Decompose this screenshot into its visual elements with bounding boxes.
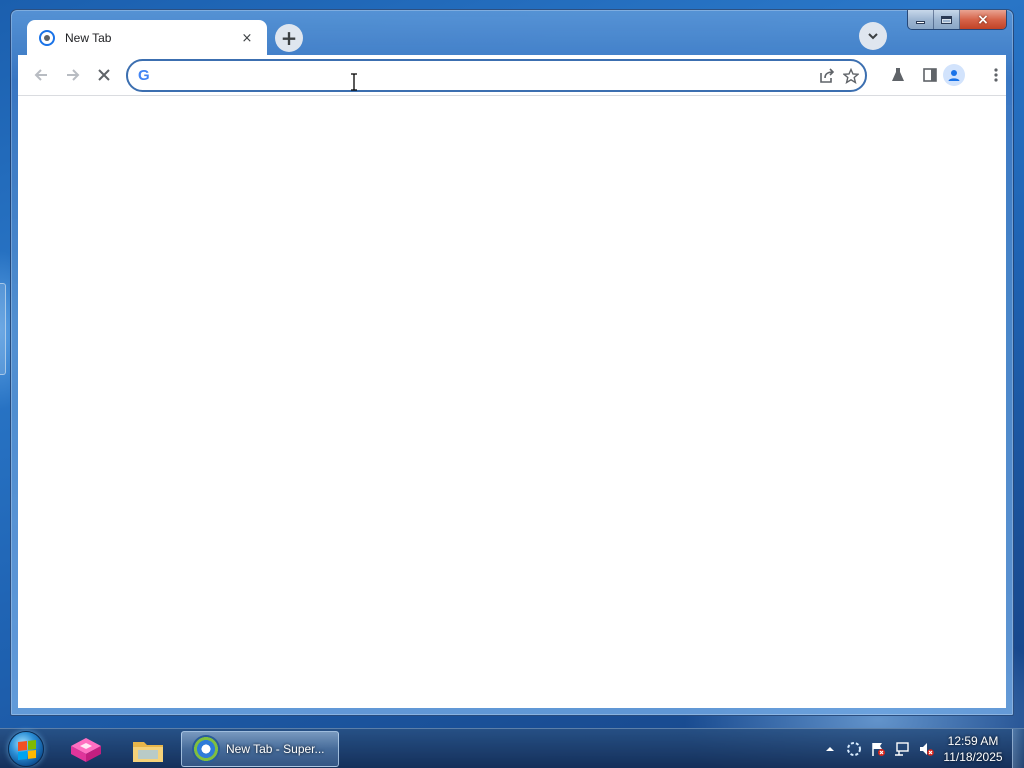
side-panel-icon [923,68,937,82]
new-tab-button[interactable]: + [275,24,303,52]
page-content[interactable] [18,96,1006,708]
stop-loading-icon [98,69,110,81]
volume-muted-icon [920,743,934,756]
tray-volume-button[interactable] [914,737,938,761]
clock-date: 11/18/2025 [943,750,1003,764]
pink-cube-app-icon [71,738,101,762]
tab-search-button[interactable] [859,22,887,50]
text-cursor-icon [351,73,357,91]
chevron-down-icon [868,33,878,40]
taskbar-item-label: New Tab - Super... [226,742,325,756]
close-icon: × [977,11,989,28]
address-input[interactable] [162,67,802,85]
network-icon [895,742,909,756]
window-caption-buttons: × [907,10,1007,30]
chrome-favicon-icon [39,30,55,46]
arrow-left-icon [34,69,47,81]
maximize-button[interactable] [934,10,960,29]
profile-button[interactable] [943,64,965,86]
tab-new-tab[interactable]: New Tab × [27,20,267,56]
taskbar-pinned-app[interactable] [62,733,110,767]
labs-button[interactable] [886,63,910,87]
share-button[interactable] [817,66,837,86]
back-button[interactable] [29,63,53,87]
stop-button[interactable] [92,63,116,87]
flag-warning-icon [872,743,885,756]
minimize-button[interactable] [908,10,934,29]
arrow-right-icon [67,69,80,81]
bookmark-button[interactable] [841,66,861,86]
kebab-menu-icon [994,68,998,82]
windows-logo-icon [18,740,36,760]
maximize-icon [941,15,952,24]
share-icon [820,68,835,83]
clock-time: 12:59 AM [947,734,999,748]
tab-close-icon[interactable]: × [239,31,255,46]
taskbar: New Tab - Super... 12:59 AM 11/18/2025 [0,728,1024,768]
star-icon [843,68,859,84]
profile-icon [948,70,960,81]
tab-title: New Tab [65,31,112,45]
sync-icon [847,742,861,756]
desktop-gadget-edge[interactable] [0,283,6,375]
close-window-button[interactable]: × [960,10,1006,29]
tray-action-center-button[interactable] [866,737,890,761]
system-tray [818,729,938,768]
google-logo-icon: G [138,67,150,84]
chevron-up-icon [826,747,834,751]
forward-button[interactable] [61,63,85,87]
show-desktop-button[interactable] [1012,729,1024,768]
side-panel-button[interactable] [918,63,942,87]
browser-window: × New Tab × + G [10,9,1014,716]
menu-button[interactable] [984,63,1008,87]
tray-sync-button[interactable] [842,737,866,761]
folder-icon [133,742,163,762]
browser-toolbar: G [18,55,1006,96]
flask-icon [892,68,904,81]
taskbar-clock[interactable]: 12:59 AM 11/18/2025 [940,733,1006,765]
taskbar-pinned-explorer[interactable] [124,733,172,767]
start-button[interactable] [8,731,44,767]
plus-icon: + [280,26,298,50]
minimize-icon [916,21,925,24]
address-bar[interactable]: G [126,59,867,92]
show-hidden-icons-button[interactable] [818,737,842,761]
tray-network-button[interactable] [890,737,914,761]
browser-app-icon [192,735,220,763]
taskbar-item-browser[interactable]: New Tab - Super... [181,731,339,767]
